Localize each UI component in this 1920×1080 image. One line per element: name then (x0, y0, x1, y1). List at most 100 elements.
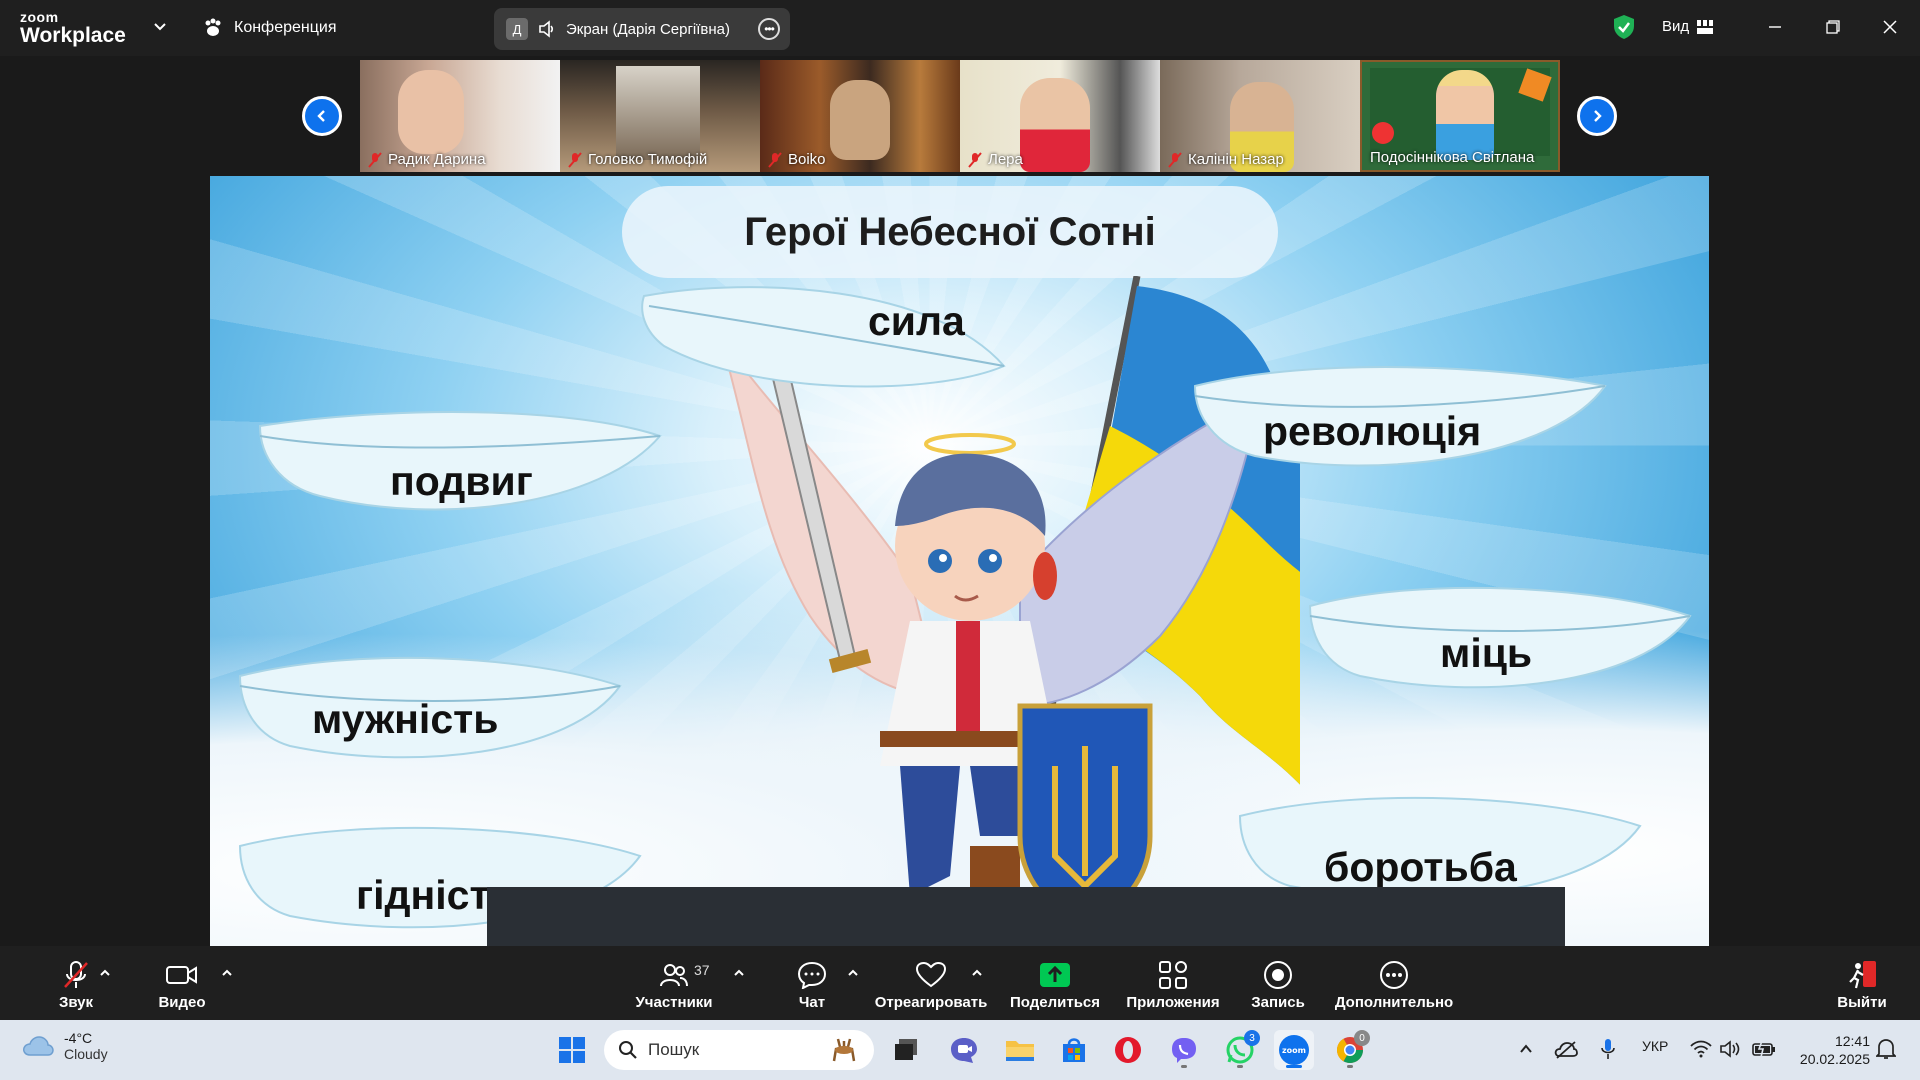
word-podvyh: подвиг (390, 458, 533, 504)
title-bar: zoom Workplace Конференция Д Экран (Дарі… (0, 0, 1920, 56)
participant-name: Калінін Назар (1168, 151, 1284, 168)
participants-icon (660, 964, 688, 987)
zoom-icon: zoom (1279, 1035, 1309, 1065)
video-button[interactable]: Видео (155, 946, 209, 1020)
opera-app[interactable] (1108, 1030, 1148, 1070)
restore-button[interactable] (1820, 14, 1846, 40)
mic-muted-icon (64, 961, 88, 988)
video-label: Видео (158, 994, 206, 1011)
participant-tile[interactable]: Радик Дарина (360, 60, 560, 172)
more-button[interactable]: Дополнительно (1334, 946, 1454, 1020)
battery-icon[interactable] (1752, 1040, 1776, 1058)
shared-screen: Герої Небесної Сотні сила подвиг революц… (210, 176, 1709, 946)
chat-button[interactable]: Чат (790, 946, 834, 1020)
participant-tile[interactable]: Калінін Назар (1160, 60, 1360, 172)
taskbar-search[interactable]: Пошук (604, 1030, 874, 1070)
react-button[interactable]: Отреагировать (874, 946, 988, 1020)
chevron-up-icon[interactable] (220, 966, 234, 980)
audio-button[interactable]: Звук (46, 946, 106, 1020)
whatsapp-app[interactable]: 3 (1220, 1030, 1260, 1070)
speaker-icon (539, 20, 554, 38)
close-button[interactable] (1877, 14, 1903, 40)
participant-name: Головко Тимофій (568, 151, 707, 168)
record-button[interactable]: Запись (1248, 946, 1308, 1020)
meeting-label: Конференция (234, 19, 337, 36)
svg-text:zoom: zoom (1282, 1046, 1306, 1055)
participant-tile[interactable]: Подосіннікова Світлана (1360, 60, 1560, 172)
participant-tile[interactable]: Лера (960, 60, 1160, 172)
viber-icon (1172, 1038, 1196, 1063)
camera-icon (166, 966, 197, 984)
participant-name: Лера (968, 151, 1023, 168)
chevron-up-icon[interactable] (970, 966, 984, 980)
weather-widget[interactable]: -4°C Cloudy (22, 1030, 108, 1062)
apps-button[interactable]: Приложения (1126, 946, 1220, 1020)
more-options-icon[interactable]: ••• (758, 18, 780, 40)
slide-overlay-bar (487, 887, 1565, 946)
participants-count: 37 (694, 962, 710, 978)
participant-tile[interactable]: Головко Тимофій (560, 60, 760, 172)
clock-time: 12:41 (1834, 1033, 1870, 1049)
participant-name: Радик Дарина (368, 151, 486, 168)
apps-icon (1159, 961, 1187, 989)
screen-share-indicator[interactable]: Д Экран (Дарія Сергіївна) ••• (494, 8, 790, 50)
search-placeholder: Пошук (648, 1040, 700, 1059)
minimize-icon (1769, 26, 1781, 28)
task-view-button[interactable] (886, 1030, 926, 1070)
chat-label: Чат (798, 994, 826, 1011)
minimize-button[interactable] (1762, 14, 1788, 40)
leave-button[interactable]: Выйти (1832, 946, 1892, 1020)
notification-bell-icon[interactable] (1876, 1038, 1896, 1060)
gallery-prev-button[interactable] (302, 96, 342, 136)
running-indicator (1237, 1065, 1243, 1068)
participant-tile[interactable]: Boiko (760, 60, 960, 172)
word-borotba: боротьба (1324, 844, 1517, 890)
participant-video (1020, 78, 1090, 172)
view-menu[interactable]: Вид (1662, 18, 1714, 35)
grid-icon (1697, 19, 1714, 34)
chevron-right-icon (1594, 110, 1602, 122)
chevron-down-icon[interactable] (152, 18, 168, 34)
language-indicator[interactable]: УКР (1642, 1038, 1668, 1054)
onedrive-offline-icon[interactable] (1554, 1040, 1578, 1060)
chevron-up-icon[interactable] (732, 966, 746, 980)
chat-icon (797, 961, 827, 989)
share-label: Поделиться (1009, 994, 1101, 1011)
viber-app[interactable] (1164, 1030, 1204, 1070)
windows-icon (559, 1037, 585, 1063)
meeting-toolbar: Звук Видео Участники 37 Чат Отреагироват… (0, 946, 1920, 1020)
participant-video (830, 80, 890, 160)
teams-app[interactable] (944, 1030, 984, 1070)
search-icon (619, 1041, 637, 1059)
start-button[interactable] (552, 1030, 592, 1070)
system-clock[interactable]: 12:41 20.02.2025 (1792, 1032, 1870, 1068)
microphone-icon[interactable] (1600, 1038, 1616, 1060)
weather-temp: -4°C (64, 1030, 93, 1046)
running-indicator (1181, 1065, 1187, 1068)
volume-icon[interactable] (1720, 1040, 1742, 1058)
participant-video (398, 70, 464, 154)
store-app[interactable] (1054, 1030, 1094, 1070)
wifi-icon[interactable] (1690, 1040, 1712, 1058)
participant-name-text: Лера (988, 151, 1023, 168)
file-explorer-app[interactable] (1000, 1030, 1040, 1070)
chevron-up-icon[interactable] (1518, 1042, 1534, 1056)
deer-icon (832, 1038, 856, 1062)
chevron-up-icon[interactable] (98, 966, 112, 980)
participants-label: Участники (635, 994, 713, 1011)
participant-name-text: Boiko (788, 151, 826, 168)
word-muzhnist: мужність (312, 696, 499, 742)
logo-bottom-text: Workplace (20, 24, 126, 47)
restore-icon (1826, 20, 1840, 34)
meeting-menu[interactable]: Конференция (202, 17, 337, 39)
participants-button[interactable]: Участники (634, 946, 714, 1020)
encryption-shield-icon[interactable] (1612, 14, 1636, 40)
chevron-up-icon[interactable] (846, 966, 860, 980)
balloon-decoration (1372, 122, 1394, 144)
share-screen-button[interactable]: Поделиться (1009, 946, 1101, 1020)
mic-muted-icon (368, 151, 382, 168)
gallery-next-button[interactable] (1577, 96, 1617, 136)
chrome-app[interactable]: 0 (1330, 1030, 1370, 1070)
react-label: Отреагировать (874, 994, 988, 1011)
zoom-app[interactable]: zoom (1274, 1030, 1314, 1070)
